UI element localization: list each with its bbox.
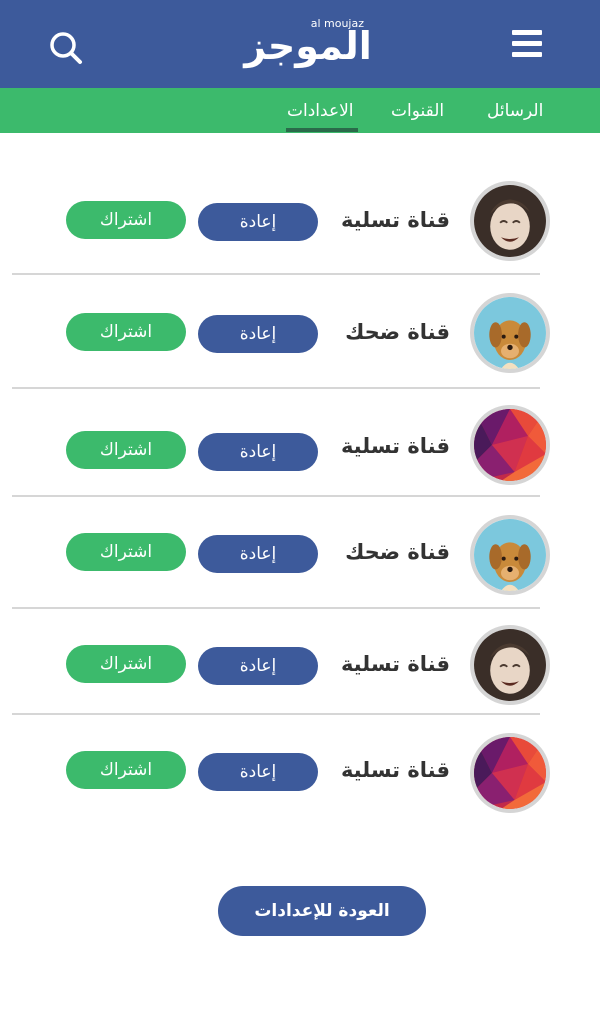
app-logo: al moujaz الموجز [238, 14, 378, 74]
channel-avatar-laughing-child[interactable] [470, 625, 550, 705]
dog-icon [474, 519, 546, 591]
divider [12, 273, 540, 275]
tab-bar: الرسائل القنوات الاعدادات [0, 88, 600, 133]
replay-button[interactable]: إعادة [198, 753, 318, 791]
divider [12, 495, 540, 497]
replay-button[interactable]: إعادة [198, 315, 318, 353]
logo-text: الموجز [244, 24, 372, 68]
tab-messages[interactable]: الرسائل [487, 98, 543, 124]
subscribe-button[interactable]: اشتراك [66, 751, 186, 789]
divider [12, 387, 540, 389]
subscribe-button[interactable]: اشتراك [66, 313, 186, 351]
channel-row: قناة تسلية إعادة اشتراك [0, 625, 600, 735]
laughing-child-icon [474, 185, 546, 257]
laughing-child-icon [474, 629, 546, 701]
replay-button[interactable]: إعادة [198, 203, 318, 241]
channel-avatar-dog[interactable] [470, 293, 550, 373]
search-button[interactable] [46, 28, 86, 68]
app-header: al moujaz الموجز [0, 0, 600, 88]
divider [12, 607, 540, 609]
tab-settings[interactable]: الاعدادات [287, 98, 354, 124]
replay-button[interactable]: إعادة [198, 535, 318, 573]
polygon-art-icon [474, 737, 546, 809]
back-to-settings-button[interactable]: العودة للإعدادات [218, 886, 426, 936]
channel-name: قناة ضحك [345, 540, 450, 564]
active-tab-indicator [286, 128, 358, 132]
channel-avatar-polygon-art[interactable] [470, 405, 550, 485]
channel-name: قناة تسلية [340, 208, 450, 232]
replay-button[interactable]: إعادة [198, 433, 318, 471]
subscribe-button[interactable]: اشتراك [66, 645, 186, 683]
channel-avatar-laughing-child[interactable] [470, 181, 550, 261]
channel-row: قناة تسلية إعادة اشتراك [0, 733, 600, 843]
polygon-art-icon [474, 409, 546, 481]
search-icon [50, 32, 82, 64]
replay-button[interactable]: إعادة [198, 647, 318, 685]
channel-row: قناة تسلية إعادة اشتراك [0, 405, 600, 515]
dog-icon [474, 297, 546, 369]
hamburger-menu-icon[interactable] [512, 30, 546, 60]
channel-name: قناة تسلية [340, 434, 450, 458]
divider [12, 713, 540, 715]
channel-avatar-dog[interactable] [470, 515, 550, 595]
subscribe-button[interactable]: اشتراك [66, 431, 186, 469]
subscribe-button[interactable]: اشتراك [66, 201, 186, 239]
channel-name: قناة تسلية [340, 652, 450, 676]
tab-channels[interactable]: القنوات [391, 98, 444, 124]
subscribe-button[interactable]: اشتراك [66, 533, 186, 571]
logo-subtext: al moujaz [310, 17, 364, 30]
channel-avatar-polygon-art[interactable] [470, 733, 550, 813]
channel-name: قناة ضحك [345, 320, 450, 344]
channel-name: قناة تسلية [340, 758, 450, 782]
